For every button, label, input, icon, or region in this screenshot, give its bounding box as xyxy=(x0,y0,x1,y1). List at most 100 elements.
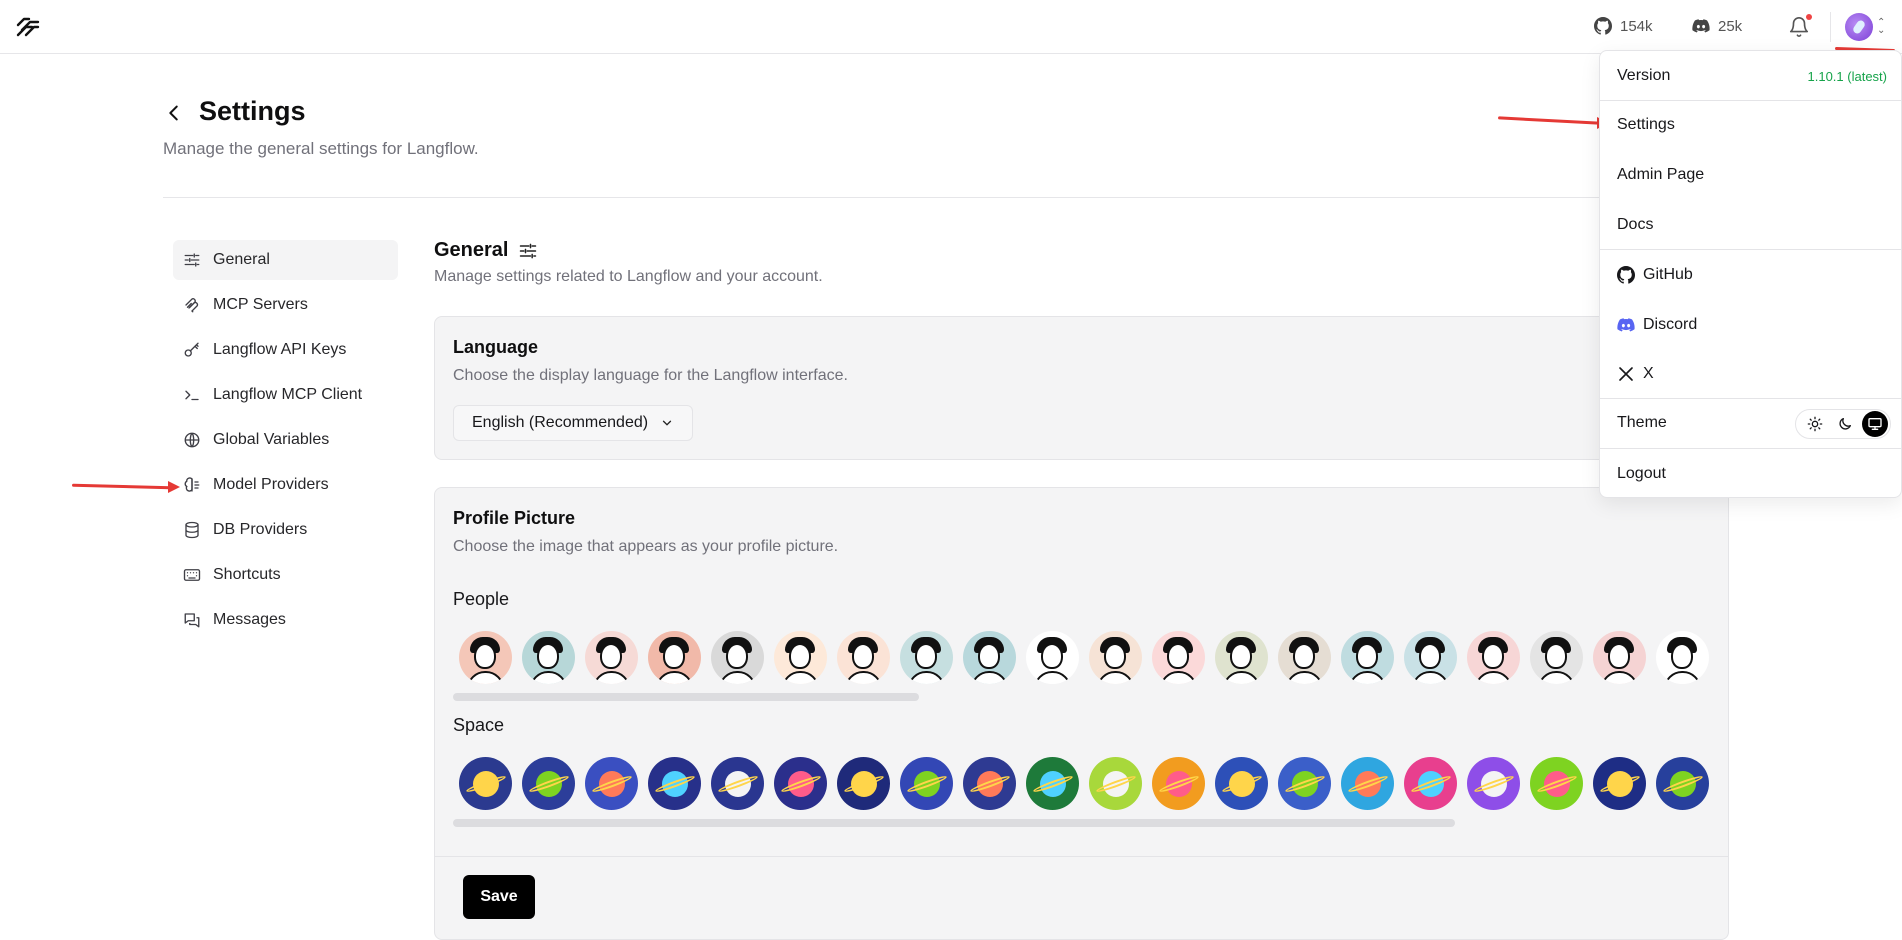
space-scrollbar[interactable] xyxy=(453,819,1455,827)
language-select-value: English (Recommended) xyxy=(472,414,649,431)
space-avatar-option[interactable] xyxy=(1467,757,1520,810)
annotation-arrow-shaft xyxy=(1497,116,1601,125)
space-avatar-option[interactable] xyxy=(1656,757,1709,810)
sidebar-item-label: Langflow MCP Client xyxy=(213,386,363,403)
menu-item-x[interactable]: X xyxy=(1600,354,1902,394)
space-avatar-option[interactable] xyxy=(1404,757,1457,810)
sidebar-item-api-keys[interactable]: Langflow API Keys xyxy=(173,330,398,370)
github-icon xyxy=(1594,17,1612,35)
people-avatar-option[interactable] xyxy=(711,631,764,684)
chevron-left-icon[interactable] xyxy=(163,102,185,124)
key-icon xyxy=(184,342,199,357)
space-avatar-option[interactable] xyxy=(1593,757,1646,810)
menu-item-label: Docs xyxy=(1617,216,1654,233)
sidebar-item-messages[interactable]: Messages xyxy=(173,600,398,640)
people-avatar-option[interactable] xyxy=(1089,631,1142,684)
language-select[interactable]: English (Recommended) xyxy=(453,405,694,441)
theme-toggle-group xyxy=(1795,409,1891,439)
menu-theme-row: Theme xyxy=(1600,403,1902,443)
discord-members-button[interactable]: 25k xyxy=(1692,17,1742,35)
people-avatar-option[interactable] xyxy=(774,631,827,684)
space-avatar-option[interactable] xyxy=(1278,757,1331,810)
sidebar-item-shortcuts[interactable]: Shortcuts xyxy=(173,555,398,595)
theme-dark-button[interactable] xyxy=(1832,411,1858,437)
space-group-label: Space xyxy=(453,715,505,735)
sidebar-item-mcp-client[interactable]: Langflow MCP Client xyxy=(173,375,398,415)
space-avatar-option[interactable] xyxy=(459,757,512,810)
people-avatar-option[interactable] xyxy=(1593,631,1646,684)
menu-item-settings[interactable]: Settings xyxy=(1600,105,1902,145)
profile-picture-card: Profile Picture Choose the image that ap… xyxy=(434,487,1729,940)
people-avatar-option[interactable] xyxy=(1215,631,1268,684)
people-avatar-option[interactable] xyxy=(1467,631,1520,684)
menu-item-label: Settings xyxy=(1617,116,1675,133)
sidebar-item-mcp-servers[interactable]: MCP Servers xyxy=(173,285,398,325)
section-title: General xyxy=(434,239,538,262)
sidebar-item-label: MCP Servers xyxy=(213,296,308,313)
people-scrollbar[interactable] xyxy=(453,693,919,701)
avatar xyxy=(1845,13,1873,41)
github-icon xyxy=(1617,266,1635,284)
people-avatar-option[interactable] xyxy=(1152,631,1205,684)
sidebar-item-general[interactable]: General xyxy=(173,240,398,280)
space-avatar-option[interactable] xyxy=(837,757,890,810)
menu-item-logout[interactable]: Logout xyxy=(1600,454,1902,494)
card-title: Profile Picture xyxy=(453,508,576,528)
theme-label: Theme xyxy=(1617,414,1667,431)
people-avatar-option[interactable] xyxy=(585,631,638,684)
space-avatar-option[interactable] xyxy=(1089,757,1142,810)
theme-light-button[interactable] xyxy=(1802,411,1828,437)
people-avatar-option[interactable] xyxy=(1341,631,1394,684)
theme-system-button[interactable] xyxy=(1862,411,1888,437)
space-avatar-option[interactable] xyxy=(774,757,827,810)
sliders-icon xyxy=(184,253,200,267)
space-avatar-option[interactable] xyxy=(963,757,1016,810)
messages-icon xyxy=(184,613,200,628)
sidebar-item-global-variables[interactable]: Global Variables xyxy=(173,420,398,460)
people-avatar-option[interactable] xyxy=(1278,631,1331,684)
people-avatar-option[interactable] xyxy=(459,631,512,684)
language-card: Language Choose the display language for… xyxy=(434,316,1729,460)
langflow-logo-icon[interactable] xyxy=(16,16,40,38)
version-label: Version xyxy=(1617,67,1671,84)
people-avatar-option[interactable] xyxy=(1530,631,1583,684)
space-avatar-option[interactable] xyxy=(585,757,638,810)
menu-item-discord[interactable]: Discord xyxy=(1600,305,1902,345)
people-avatar-row xyxy=(459,631,1714,684)
people-avatar-option[interactable] xyxy=(1656,631,1709,684)
menu-item-github[interactable]: GitHub xyxy=(1600,255,1902,295)
user-dropdown-menu: Version 1.10.1 (latest) Settings Admin P… xyxy=(1599,50,1902,498)
people-avatar-option[interactable] xyxy=(1026,631,1079,684)
space-avatar-option[interactable] xyxy=(711,757,764,810)
space-avatar-option[interactable] xyxy=(522,757,575,810)
space-avatar-option[interactable] xyxy=(648,757,701,810)
people-avatar-option[interactable] xyxy=(522,631,575,684)
space-avatar-option[interactable] xyxy=(1341,757,1394,810)
sidebar-item-db-providers[interactable]: DB Providers xyxy=(173,510,398,550)
people-avatar-option[interactable] xyxy=(648,631,701,684)
space-avatar-option[interactable] xyxy=(1215,757,1268,810)
page-subtitle: Manage the general settings for Langflow… xyxy=(163,139,479,158)
brain-icon xyxy=(184,477,200,492)
people-avatar-option[interactable] xyxy=(837,631,890,684)
user-menu-button[interactable]: ⌃ ⌄ xyxy=(1845,12,1893,42)
discord-count: 25k xyxy=(1718,17,1743,35)
github-stars-button[interactable]: 154k xyxy=(1594,17,1653,35)
save-button[interactable]: Save xyxy=(463,875,535,919)
space-avatar-option[interactable] xyxy=(1026,757,1079,810)
space-avatar-option[interactable] xyxy=(1152,757,1205,810)
people-avatar-option[interactable] xyxy=(963,631,1016,684)
space-avatar-option[interactable] xyxy=(1530,757,1583,810)
sidebar-item-model-providers[interactable]: Model Providers xyxy=(173,465,398,505)
menu-item-label: X xyxy=(1643,365,1654,382)
people-avatar-option[interactable] xyxy=(1404,631,1457,684)
space-avatar-option[interactable] xyxy=(900,757,953,810)
menu-item-docs[interactable]: Docs xyxy=(1600,205,1902,245)
sidebar-item-label: Global Variables xyxy=(213,431,330,448)
card-title: Language xyxy=(453,337,539,357)
monitor-icon xyxy=(1868,418,1882,430)
card-divider xyxy=(435,856,1728,857)
database-icon xyxy=(185,521,199,539)
menu-item-admin-page[interactable]: Admin Page xyxy=(1600,155,1902,195)
people-avatar-option[interactable] xyxy=(900,631,953,684)
